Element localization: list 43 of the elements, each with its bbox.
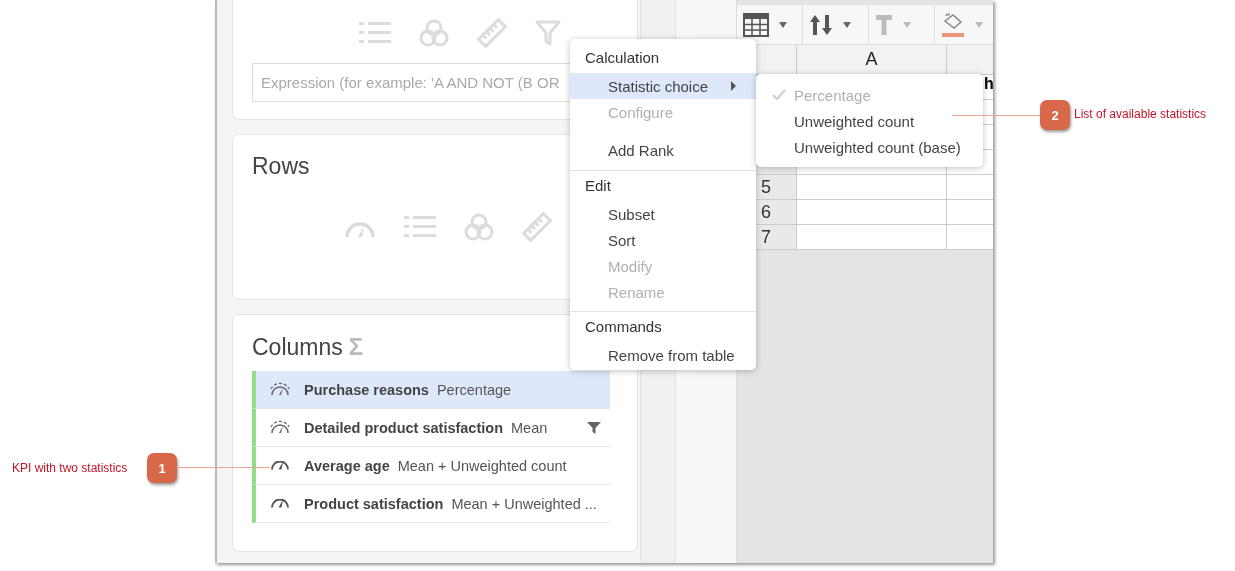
column-item[interactable]: Detailed product satisfaction Mean bbox=[252, 409, 610, 447]
list-icon[interactable] bbox=[404, 214, 436, 240]
menu-item[interactable]: Statistic choice bbox=[570, 73, 756, 99]
card-title: Columns bbox=[252, 333, 343, 361]
callout-badge: 1 bbox=[147, 453, 177, 483]
statistic-label: Mean + Unweighted ... bbox=[451, 495, 597, 512]
variable-name: Detailed product satisfaction bbox=[304, 419, 503, 436]
table-icon bbox=[743, 12, 769, 37]
table-cell bbox=[947, 200, 993, 225]
variable-name: Product satisfaction bbox=[304, 495, 444, 512]
ruler-icon[interactable] bbox=[477, 18, 507, 48]
gauge-icon bbox=[271, 461, 289, 470]
column-item[interactable]: Product satisfaction Mean + Unweighted ... bbox=[252, 485, 610, 523]
table-cell bbox=[947, 225, 993, 250]
ruler-icon[interactable] bbox=[522, 212, 552, 242]
table-cell bbox=[947, 175, 993, 200]
text-format-icon bbox=[875, 13, 893, 36]
column-item[interactable]: Purchase reasons Percentage bbox=[252, 371, 610, 409]
callout-badge: 2 bbox=[1040, 100, 1070, 130]
list-icon[interactable] bbox=[359, 20, 391, 46]
card-title: Rows bbox=[252, 153, 310, 180]
circles-icon[interactable] bbox=[464, 213, 494, 241]
filter-icon[interactable] bbox=[587, 420, 601, 435]
column-header[interactable] bbox=[947, 45, 993, 75]
menu-section-title: Commands bbox=[584, 317, 663, 337]
variable-name: Average age bbox=[304, 457, 390, 474]
circles-icon[interactable] bbox=[419, 19, 449, 47]
menu-item[interactable]: Unweighted count bbox=[794, 112, 915, 130]
callout-text: KPI with two statistics bbox=[12, 461, 128, 475]
menu-item[interactable]: Remove from table bbox=[570, 342, 756, 368]
paint-bucket-icon bbox=[941, 11, 965, 38]
gauge-icon bbox=[271, 499, 289, 508]
sort-arrows-icon bbox=[809, 12, 833, 37]
menu-section-title: Edit bbox=[584, 176, 612, 196]
statistic-label: Percentage bbox=[436, 381, 512, 398]
statistic-label: Mean bbox=[511, 419, 548, 436]
variable-name: Purchase reasons bbox=[304, 381, 429, 398]
callout-text: List of available statistics bbox=[1074, 107, 1207, 121]
column-header[interactable]: A bbox=[797, 45, 947, 75]
menu-item[interactable]: Unweighted count (base) bbox=[794, 138, 961, 156]
menu-item[interactable]: Add Rank bbox=[570, 125, 756, 164]
statistic-label: Mean + Unweighted count bbox=[397, 457, 567, 474]
column-item[interactable]: Average age Mean + Unweighted count bbox=[252, 447, 610, 485]
